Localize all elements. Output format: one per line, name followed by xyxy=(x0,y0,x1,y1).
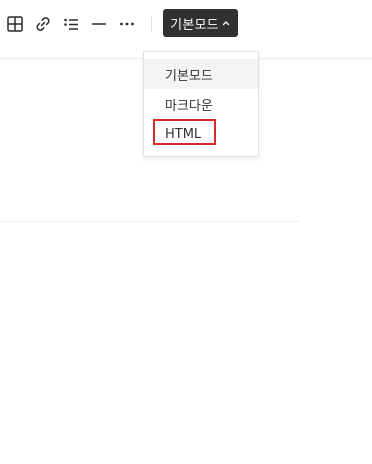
list-icon[interactable] xyxy=(59,12,83,36)
table-icon[interactable] xyxy=(3,12,27,36)
title-divider xyxy=(0,221,300,222)
editor-toolbar: 기본모드 xyxy=(0,0,372,48)
mode-option-label: 기본모드 xyxy=(165,68,213,84)
mode-option-html[interactable]: HTML xyxy=(144,119,258,149)
mode-option-label: 마크다운 xyxy=(165,98,213,114)
horizontal-rule-icon[interactable] xyxy=(87,12,111,36)
editor-mode-dropdown: 기본모드 마크다운 HTML xyxy=(143,51,259,157)
link-icon[interactable] xyxy=(31,12,55,36)
more-icon[interactable] xyxy=(115,12,139,36)
toolbar-separator xyxy=(151,16,152,32)
mode-option-label: HTML xyxy=(165,126,202,142)
mode-option-markdown[interactable]: 마크다운 xyxy=(144,89,258,119)
editor-mode-button[interactable]: 기본모드 xyxy=(163,9,238,37)
chevron-up-icon xyxy=(222,21,229,26)
editor-mode-label: 기본모드 xyxy=(170,17,219,33)
editor-page: 기본모드 기본모드 마크다운 HTML xyxy=(0,0,372,464)
mode-option-basic[interactable]: 기본모드 xyxy=(144,59,258,89)
